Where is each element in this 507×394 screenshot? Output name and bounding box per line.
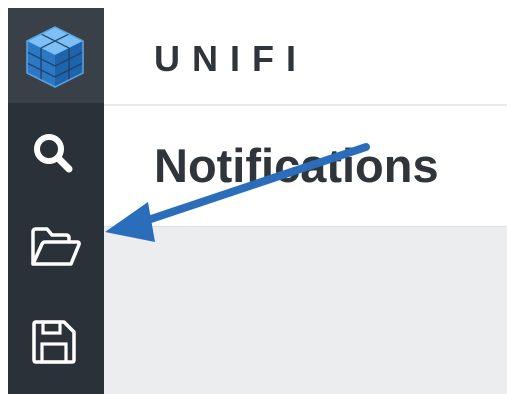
sidebar-item-save[interactable] xyxy=(8,306,104,376)
page-title: Notifications xyxy=(154,139,439,192)
page-title-bar: Notifications xyxy=(104,106,507,226)
brand-title: UNIFI xyxy=(154,38,308,79)
sidebar xyxy=(8,8,104,394)
sidebar-item-search[interactable] xyxy=(8,120,104,190)
save-icon xyxy=(32,320,76,364)
unifi-logo[interactable] xyxy=(8,8,104,103)
top-header: UNIFI xyxy=(104,8,507,106)
main-content xyxy=(104,226,507,394)
unifi-cube-logo-icon xyxy=(26,26,84,88)
search-icon xyxy=(34,134,73,173)
folder-open-icon xyxy=(31,227,81,266)
sidebar-item-folder[interactable] xyxy=(8,210,104,280)
app-frame: UNIFI Notifications xyxy=(8,8,507,394)
